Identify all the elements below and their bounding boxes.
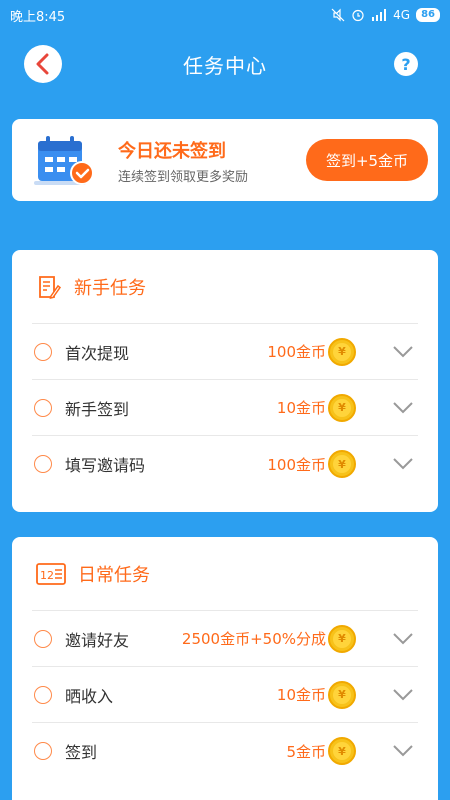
page-title: 任务中心 xyxy=(183,53,267,78)
task-row[interactable]: 签到 5金币 ¥ xyxy=(32,723,418,779)
task-row[interactable]: 新手签到 10金币 ¥ xyxy=(32,380,418,436)
chevron-down-icon[interactable] xyxy=(392,688,414,702)
battery-indicator: 86 xyxy=(416,8,440,22)
task-name: 签到 xyxy=(65,743,98,762)
signin-status-title: 今日还未签到 xyxy=(118,141,226,162)
daily-tasks-header: 12 日常任务 xyxy=(32,537,418,611)
calendar-list-icon: 12 xyxy=(36,562,66,585)
daily-tasks-card: 12 日常任务 邀请好友 2500金币+50%分成 ¥ 晒收入 10金币 ¥ 签… xyxy=(12,537,438,800)
task-name: 晒收入 xyxy=(65,686,114,706)
task-radio[interactable] xyxy=(34,685,52,704)
signin-button[interactable]: 签到+5金币 xyxy=(306,139,428,181)
task-radio[interactable] xyxy=(34,342,52,361)
task-reward: 100金币 xyxy=(267,455,326,474)
task-radio[interactable] xyxy=(34,398,52,417)
task-name: 首次提现 xyxy=(65,343,130,363)
chevron-down-icon[interactable] xyxy=(392,744,414,758)
signin-subtitle: 连续签到领取更多奖励 xyxy=(118,170,249,185)
task-row[interactable]: 晒收入 10金币 ¥ xyxy=(32,667,418,723)
newbie-tasks-card: 新手任务 首次提现 100金币 ¥ 新手签到 10金币 ¥ 填写邀请码 100金… xyxy=(12,250,438,512)
document-edit-icon xyxy=(39,275,62,299)
signin-card: 今日还未签到 连续签到领取更多奖励 签到+5金币 xyxy=(12,119,438,201)
status-icons: 4G 86 xyxy=(331,8,440,22)
chevron-down-icon[interactable] xyxy=(392,457,414,471)
task-radio[interactable] xyxy=(34,629,52,648)
coin-symbol: ¥ xyxy=(333,742,351,760)
task-reward: 5金币 xyxy=(286,742,326,761)
task-reward: 2500金币+50%分成 xyxy=(181,630,326,648)
newbie-tasks-title: 新手任务 xyxy=(74,277,146,299)
task-reward: 100金币 xyxy=(267,343,326,361)
chevron-down-icon[interactable] xyxy=(392,345,414,359)
chevron-down-icon[interactable] xyxy=(392,401,414,415)
chevron-down-icon[interactable] xyxy=(392,632,414,646)
help-icon: ? xyxy=(401,54,411,74)
task-name: 填写邀请码 xyxy=(65,456,146,475)
coin-icon: ¥ xyxy=(328,680,356,709)
alarm-icon xyxy=(352,9,364,22)
help-button[interactable]: ? xyxy=(394,52,418,76)
network-type: 4G xyxy=(393,8,411,22)
signal-icon xyxy=(372,9,387,21)
task-radio[interactable] xyxy=(34,455,52,473)
newbie-tasks-header: 新手任务 xyxy=(32,250,418,324)
coin-symbol: ¥ xyxy=(333,629,351,648)
task-name: 邀请好友 xyxy=(65,630,130,650)
back-button[interactable] xyxy=(24,45,62,83)
task-name: 新手签到 xyxy=(65,399,130,419)
coin-symbol: ¥ xyxy=(333,685,351,704)
coin-icon: ¥ xyxy=(328,624,356,653)
calendar-check-icon xyxy=(34,136,94,185)
task-reward: 10金币 xyxy=(276,399,326,417)
task-row[interactable]: 填写邀请码 100金币 ¥ xyxy=(32,436,418,492)
coin-symbol: ¥ xyxy=(333,342,351,361)
coin-symbol: ¥ xyxy=(333,398,351,417)
daily-tasks-title: 日常任务 xyxy=(78,564,150,586)
coin-icon: ¥ xyxy=(328,393,356,422)
task-reward: 10金币 xyxy=(276,686,326,704)
header: 任务中心 ? xyxy=(0,30,450,98)
task-row[interactable]: 邀请好友 2500金币+50%分成 ¥ xyxy=(32,611,418,667)
chevron-left-icon xyxy=(36,53,49,75)
coin-icon: ¥ xyxy=(328,337,356,366)
task-row[interactable]: 首次提现 100金币 ¥ xyxy=(32,324,418,380)
coin-icon: ¥ xyxy=(328,737,356,765)
coin-symbol: ¥ xyxy=(333,455,351,473)
mute-icon xyxy=(331,8,345,22)
calendar-list-icon-text: 12 xyxy=(40,569,54,582)
status-bar: 晚上8:45 4G 86 xyxy=(0,0,450,30)
task-radio[interactable] xyxy=(34,742,52,760)
status-time: 晚上8:45 xyxy=(10,9,66,25)
coin-icon: ¥ xyxy=(328,450,356,478)
